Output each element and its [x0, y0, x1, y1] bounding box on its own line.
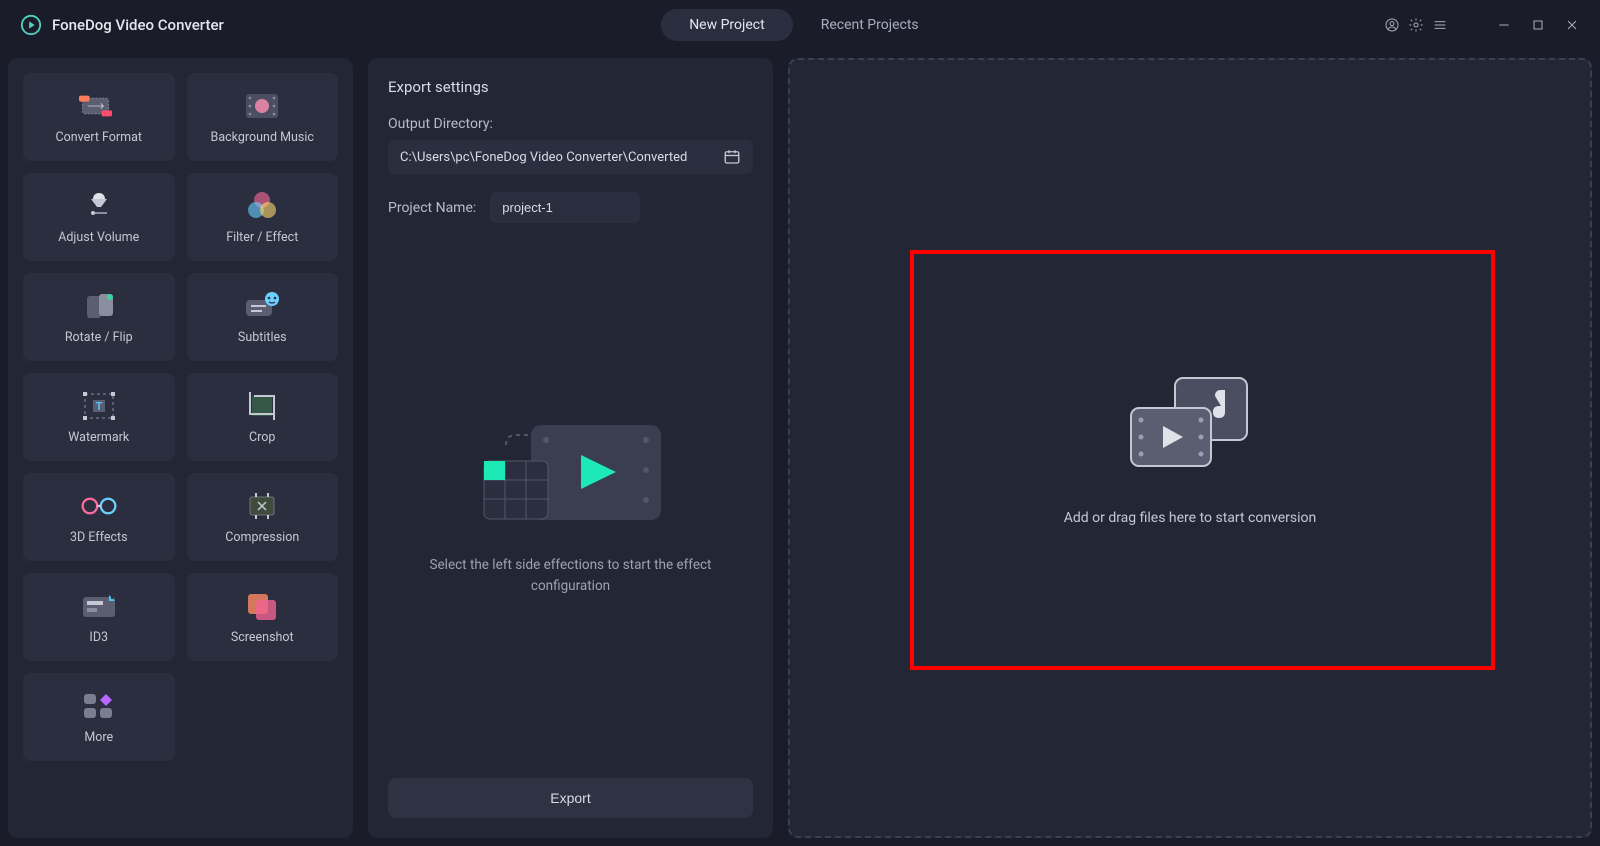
tool-label: Screenshot — [231, 630, 294, 645]
adjust-volume-icon — [79, 190, 119, 222]
drop-media-icon — [1125, 370, 1255, 470]
export-button[interactable]: Export — [388, 778, 753, 818]
subtitles-icon — [242, 290, 282, 322]
tool-label: Filter / Effect — [226, 230, 298, 245]
output-directory-label: Output Directory: — [388, 116, 753, 132]
3d-effects-icon — [79, 490, 119, 522]
tool-crop[interactable]: Crop — [187, 373, 339, 461]
export-settings-title: Export settings — [388, 78, 753, 96]
more-icon — [79, 690, 119, 722]
minimize-icon[interactable] — [1496, 17, 1512, 33]
tab-new-project[interactable]: New Project — [661, 9, 793, 41]
tool-label: Crop — [249, 430, 275, 445]
tool-label: Convert Format — [56, 130, 143, 145]
rotate-flip-icon — [79, 290, 119, 322]
tool-subtitles[interactable]: Subtitles — [187, 273, 339, 361]
effect-hint-text: Select the left side effections to start… — [421, 555, 721, 596]
tool-rotate-flip[interactable]: Rotate / Flip — [23, 273, 175, 361]
account-icon[interactable] — [1384, 17, 1400, 33]
app-title: FoneDog Video Converter — [52, 16, 224, 34]
tool-adjust-volume[interactable]: Adjust Volume — [23, 173, 175, 261]
app-logo-section: FoneDog Video Converter — [20, 14, 224, 36]
tool-sidebar: Convert Format Background Music — [8, 58, 353, 838]
tool-label: Background Music — [211, 130, 314, 145]
tool-label: Rotate / Flip — [65, 330, 133, 345]
crop-icon — [242, 390, 282, 422]
browse-folder-icon[interactable] — [723, 148, 741, 166]
drop-hint-text: Add or drag files here to start conversi… — [1064, 510, 1317, 526]
tool-label: More — [84, 730, 113, 745]
output-directory-input[interactable]: C:\Users\pc\FoneDog Video Converter\Conv… — [388, 140, 753, 174]
tool-filter-effect[interactable]: Filter / Effect — [187, 173, 339, 261]
screenshot-icon — [242, 590, 282, 622]
tool-label: Subtitles — [238, 330, 287, 345]
nav-tabs: New Project Recent Projects — [224, 9, 1384, 41]
tool-more[interactable]: More — [23, 673, 175, 761]
tool-convert-format[interactable]: Convert Format — [23, 73, 175, 161]
tool-label: Adjust Volume — [58, 230, 139, 245]
tool-label: 3D Effects — [70, 530, 128, 545]
tool-label: ID3 — [89, 630, 108, 645]
effect-illustration-icon — [476, 415, 666, 525]
tool-id3[interactable]: ID3 — [23, 573, 175, 661]
project-name-label: Project Name: — [388, 200, 476, 216]
maximize-icon[interactable] — [1530, 17, 1546, 33]
output-directory-value: C:\Users\pc\FoneDog Video Converter\Conv… — [400, 150, 723, 165]
tool-background-music[interactable]: Background Music — [187, 73, 339, 161]
tool-screenshot[interactable]: Screenshot — [187, 573, 339, 661]
settings-icon[interactable] — [1408, 17, 1424, 33]
project-name-input[interactable] — [490, 192, 640, 223]
id3-icon — [79, 590, 119, 622]
background-music-icon — [242, 90, 282, 122]
watermark-icon: T — [79, 390, 119, 422]
svg-text:T: T — [95, 400, 102, 413]
menu-icon[interactable] — [1432, 17, 1448, 33]
tool-label: Compression — [225, 530, 299, 545]
compression-icon — [242, 490, 282, 522]
tool-label: Watermark — [68, 430, 129, 445]
export-settings-panel: Export settings Output Directory: C:\Use… — [368, 58, 773, 838]
filter-effect-icon — [242, 190, 282, 222]
convert-format-icon — [79, 90, 119, 122]
effect-placeholder: Select the left side effections to start… — [388, 253, 753, 758]
tool-3d-effects[interactable]: 3D Effects — [23, 473, 175, 561]
tool-watermark[interactable]: T Watermark — [23, 373, 175, 461]
tool-compression[interactable]: Compression — [187, 473, 339, 561]
drop-zone[interactable]: Add or drag files here to start conversi… — [788, 58, 1592, 838]
app-logo-icon — [20, 14, 42, 36]
tab-recent-projects[interactable]: Recent Projects — [793, 9, 947, 41]
title-bar: FoneDog Video Converter New Project Rece… — [0, 0, 1600, 50]
close-icon[interactable] — [1564, 17, 1580, 33]
